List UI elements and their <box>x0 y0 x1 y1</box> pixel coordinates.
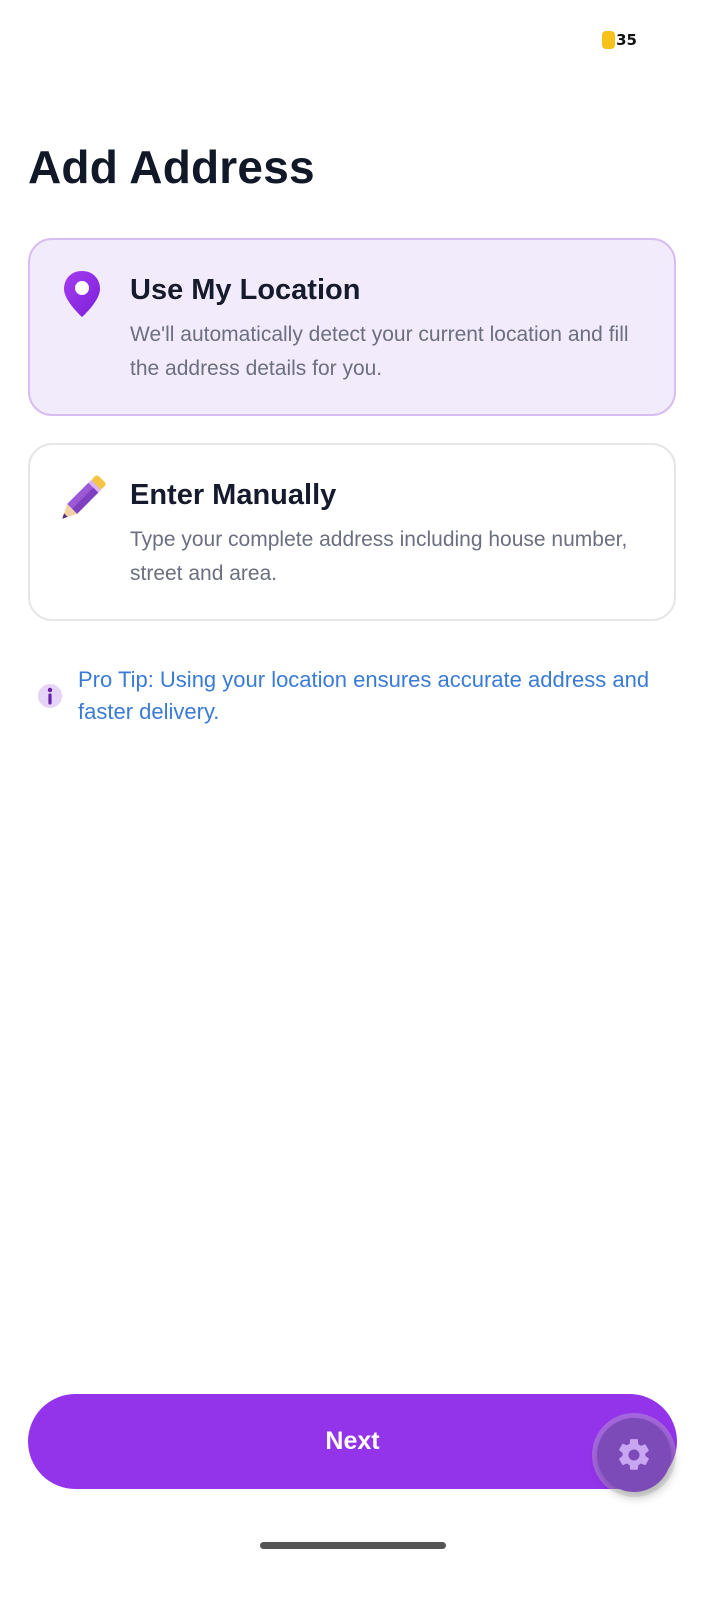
pro-tip-text: Pro Tip: Using your location ensures acc… <box>78 667 650 724</box>
status-bar: 35 <box>602 30 639 50</box>
option-description: We'll automatically detect your current … <box>130 323 629 380</box>
page-title: Add Address <box>28 141 315 193</box>
option-description: Type your complete address including hou… <box>130 528 628 585</box>
battery-level: 35 <box>616 31 637 49</box>
add-address-screen: 35 Add Address Use My Location We'll aut… <box>0 0 719 1600</box>
pencil-icon <box>62 475 106 519</box>
home-indicator[interactable] <box>260 1542 446 1549</box>
location-pin-icon <box>64 271 100 317</box>
gear-icon <box>619 1439 649 1470</box>
pro-tip: Pro Tip: Using your location ensures acc… <box>36 664 676 728</box>
settings-fab[interactable] <box>597 1418 671 1492</box>
option-use-my-location[interactable]: Use My Location We'll automatically dete… <box>28 238 676 416</box>
battery-indicator: 35 <box>602 30 639 50</box>
info-icon <box>38 684 62 708</box>
option-enter-manually[interactable]: Enter Manually Type your complete addres… <box>28 443 676 621</box>
next-button[interactable]: Next <box>28 1394 677 1489</box>
option-title: Enter Manually <box>130 479 337 511</box>
option-title: Use My Location <box>130 274 361 306</box>
